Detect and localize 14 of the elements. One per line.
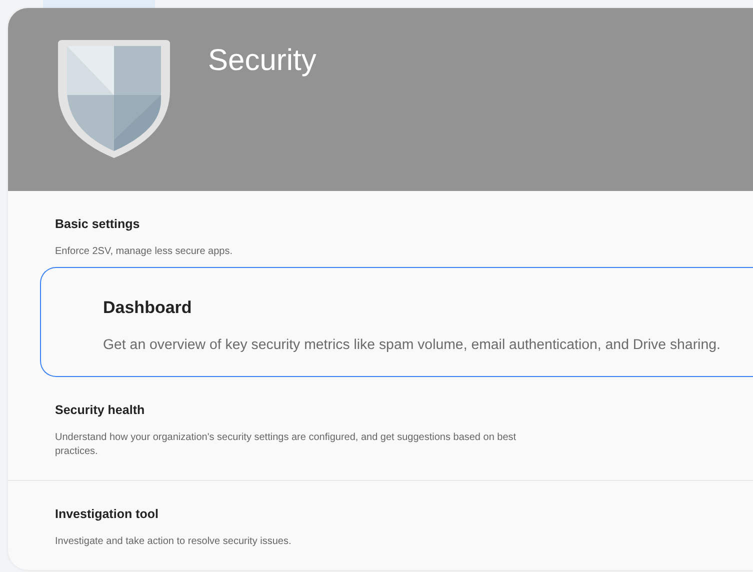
section-title: Security health [55, 403, 145, 417]
shield-icon [58, 40, 170, 158]
settings-row[interactable]: Basic settings Enforce 2SV, manage less secure apps. [8, 191, 753, 267]
section-title: Basic settings [55, 217, 140, 231]
section-title: Investigation tool [55, 507, 158, 521]
section-description: Investigate and take action to resolve security issues. [55, 535, 292, 549]
section-description: Get an overview of key security metrics like spam volume, email authentication, and Drive sharing. [103, 338, 722, 352]
settings-row[interactable]: Investigation tool Investigate and take action to resolve security issues. [8, 481, 753, 570]
page-title: Security [208, 44, 316, 78]
section-title: Dashboard [103, 298, 192, 318]
highlighted-card[interactable]: Dashboard Get an overview of key security metrics like spam volume, email authentication, and Drive sharing. [40, 267, 753, 377]
section-description: Enforce 2SV, manage less secure apps. [55, 245, 234, 259]
settings-row[interactable]: Security health Understand how your organization's security settings are configured, and get suggestions based on best practices. [8, 377, 753, 481]
section-description: Understand how your organization's security settings are configured, and get suggestions based on best practices. [55, 431, 518, 459]
